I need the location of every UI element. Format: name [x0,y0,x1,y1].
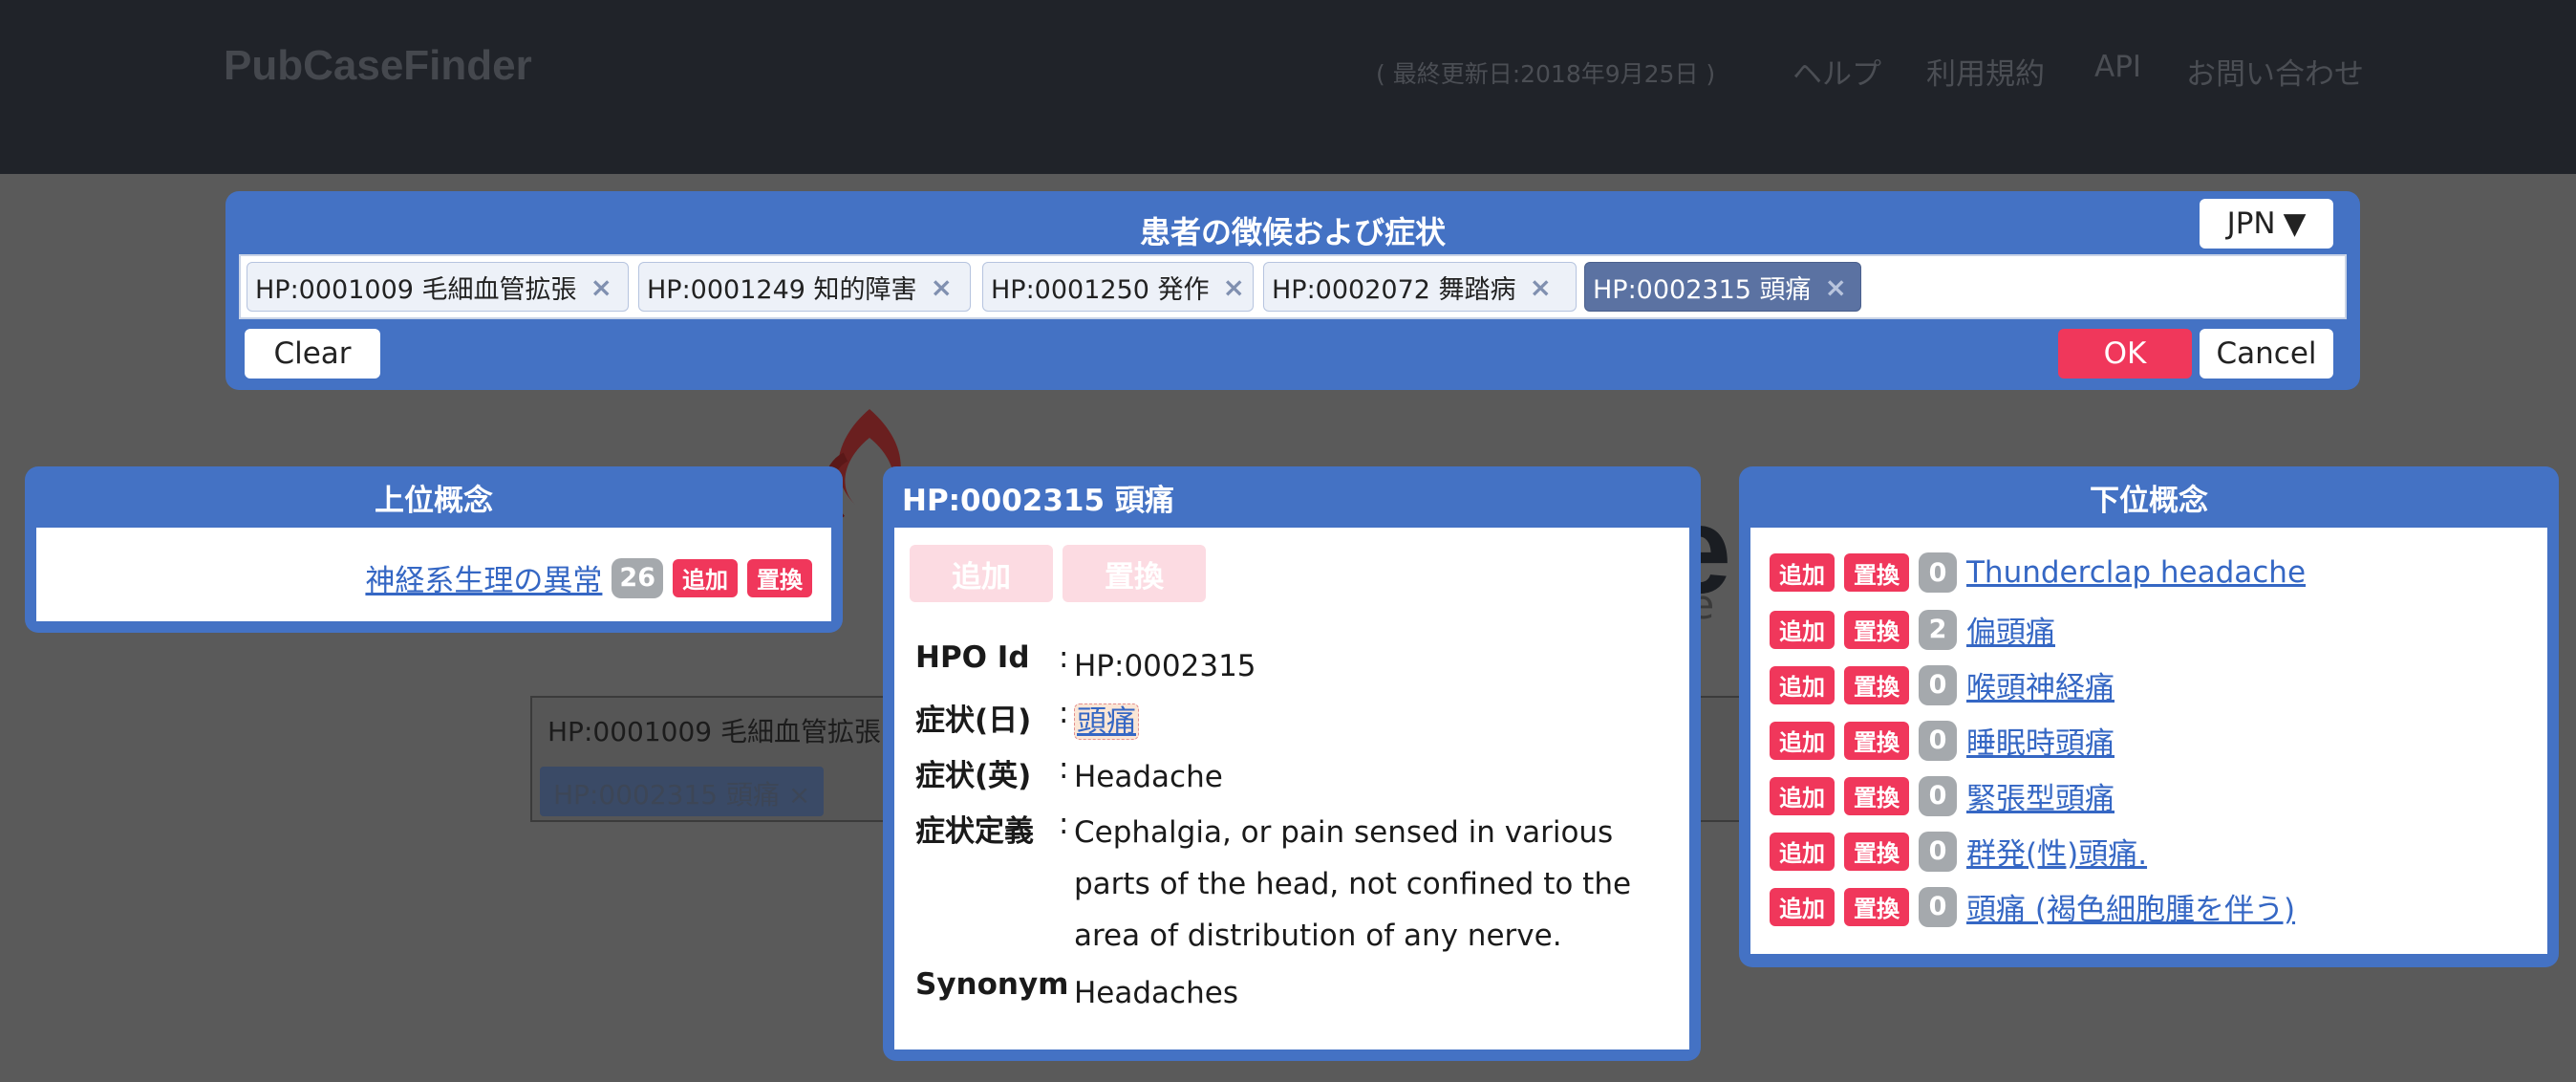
upper-concept-panel: 上位概念 神経系生理の異常 26 追加 置換 [25,466,843,633]
symptom-tag[interactable]: HP:0002072 舞踏病 × [1263,262,1577,312]
add-button-disabled[interactable]: 追加 [910,545,1053,602]
nav-link-terms[interactable]: 利用規約 [1926,50,2045,93]
count-badge: 0 [1919,664,1957,705]
language-select[interactable]: JPN ▼ [2200,199,2333,249]
close-icon[interactable]: × [590,271,612,303]
replace-button[interactable]: 置換 [747,558,812,597]
concept-link[interactable]: 緊張型頭痛 [1966,774,2114,817]
add-button[interactable]: 追加 [673,558,738,597]
lower-concept-panel: 下位概念 追加 置換 0 Thunderclap headache 追加 置換 … [1739,466,2559,967]
replace-button-disabled[interactable]: 置換 [1063,545,1206,602]
name-ja-row: 症状(日) : 頭痛 [915,696,1666,747]
definition-row: 症状定義 : Cephalgia, or pain sensed in vari… [915,807,1666,962]
list-item: 追加 置換 0 喉頭神経痛 [1770,663,2114,706]
add-button[interactable]: 追加 [1770,610,1835,649]
replace-button[interactable]: 置換 [1844,610,1909,649]
replace-button[interactable]: 置換 [1844,665,1909,704]
list-item: 追加 置換 0 緊張型頭痛 [1770,774,2114,817]
concept-link[interactable]: 喉頭神経痛 [1966,663,2114,706]
replace-button[interactable]: 置換 [1844,553,1909,592]
brand-logo[interactable]: PubCaseFinder [224,42,532,90]
close-icon[interactable]: × [1223,271,1245,303]
list-item: 追加 置換 2 偏頭痛 [1770,608,2055,651]
add-button[interactable]: 追加 [1770,553,1835,592]
name-en-row: 症状(英) : Headache [915,751,1666,803]
concept-link[interactable]: Thunderclap headache [1966,555,2306,590]
hpo-id-row: HPO Id : HP:0002315 [915,640,1666,692]
definition-value: Cephalgia, or pain sensed in various par… [1074,815,1632,953]
last-updated-text: ( 最終更新日:2018年9月25日 ) [1376,60,1716,88]
count-badge: 26 [612,557,663,598]
add-button[interactable]: 追加 [1770,887,1835,926]
concept-link[interactable]: 神経系生理の異常 [365,556,602,599]
lower-concept-body: 追加 置換 0 Thunderclap headache 追加 置換 2 偏頭痛… [1750,528,2547,954]
count-badge: 0 [1919,886,1957,927]
term-detail-panel: HP:0002315 頭痛 追加 置換 HPO Id : HP:0002315 … [883,466,1701,1061]
name-ja-link[interactable]: 頭痛 [1074,703,1139,740]
symptom-tags-input[interactable]: HP:0001009 毛細血管拡張 × HP:0001249 知的障害 × HP… [239,254,2347,319]
list-item: 追加 置換 0 頭痛 (褐色細胞腫を伴う) [1770,885,2295,928]
nav-link-contact[interactable]: お問い合わせ [2186,50,2364,93]
concept-link[interactable]: 睡眠時頭痛 [1966,719,2114,762]
language-label: JPN [2226,206,2276,241]
replace-button[interactable]: 置換 [1844,776,1909,815]
background-tag-selected: HP:0002315 頭痛 × [540,767,825,816]
concept-link[interactable]: 頭痛 (褐色細胞腫を伴う) [1966,885,2295,928]
top-navbar: PubCaseFinder ( 最終更新日:2018年9月25日 ) ヘルプ 利… [0,0,2576,174]
lower-concept-title: 下位概念 [2090,483,2208,518]
replace-button[interactable]: 置換 [1844,887,1909,926]
name-en-value: Headache [1074,760,1223,794]
add-button[interactable]: 追加 [1770,665,1835,704]
symptom-tag-selected[interactable]: HP:0002315 頭痛 × [1584,262,1861,312]
symptom-tag[interactable]: HP:0001009 毛細血管拡張 × [247,262,629,312]
symptom-tag[interactable]: HP:0001250 発作 × [982,262,1254,312]
caret-down-icon: ▼ [2283,206,2307,241]
background-tag: HP:0001009 毛細血管拡張 [547,716,881,747]
ok-button[interactable]: OK [2058,329,2192,379]
count-badge: 0 [1919,552,1957,593]
synonym-value: Headaches [1074,976,1238,1010]
close-icon[interactable]: × [1825,271,1847,303]
clear-button[interactable]: Clear [245,329,380,379]
add-button[interactable]: 追加 [1770,721,1835,760]
cancel-button[interactable]: Cancel [2200,329,2333,379]
count-badge: 2 [1919,609,1957,650]
nav-link-help[interactable]: ヘルプ [1792,50,1881,93]
hpo-id-value: HP:0002315 [1074,649,1256,683]
add-button[interactable]: 追加 [1770,832,1835,871]
upper-concept-body: 神経系生理の異常 26 追加 置換 [36,528,831,621]
nav-link-api[interactable]: API [2094,50,2141,84]
concept-link[interactable]: 偏頭痛 [1966,608,2055,651]
replace-button[interactable]: 置換 [1844,721,1909,760]
upper-concept-title: 上位概念 [375,483,493,518]
symptom-panel: 患者の徴候および症状 JPN ▼ HP:0001009 毛細血管拡張 × HP:… [225,191,2360,390]
symptom-panel-title: 患者の徴候および症状 [1139,214,1446,250]
count-badge: 0 [1919,720,1957,761]
concept-link[interactable]: 群発(性)頭痛. [1966,830,2147,873]
list-item: 神経系生理の異常 26 追加 置換 [365,556,812,599]
list-item: 追加 置換 0 睡眠時頭痛 [1770,719,2114,762]
count-badge: 0 [1919,831,1957,872]
count-badge: 0 [1919,775,1957,816]
list-item: 追加 置換 0 Thunderclap headache [1770,552,2306,593]
term-detail-title: HP:0002315 頭痛 [902,483,1174,518]
list-item: 追加 置換 0 群発(性)頭痛. [1770,830,2147,873]
symptom-tag[interactable]: HP:0001249 知的障害 × [638,262,971,312]
close-icon[interactable]: × [1530,271,1552,303]
replace-button[interactable]: 置換 [1844,832,1909,871]
close-icon[interactable]: × [931,271,953,303]
term-detail-body: 追加 置換 HPO Id : HP:0002315 症状(日) : 頭痛 症状(… [894,528,1689,1050]
add-button[interactable]: 追加 [1770,776,1835,815]
synonym-row: Synonym : Headaches [915,967,1666,1019]
